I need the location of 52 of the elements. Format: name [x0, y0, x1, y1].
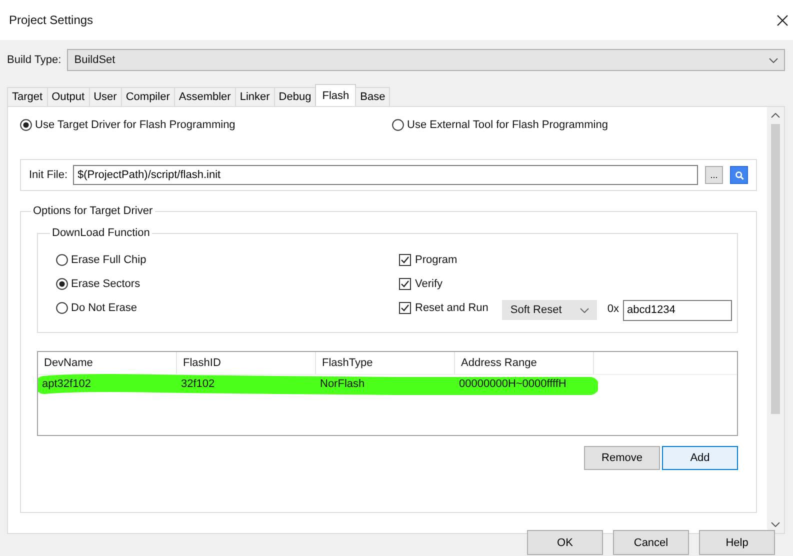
option-label[interactable]: Erase Sectors — [71, 278, 140, 290]
radio-button[interactable] — [56, 302, 68, 314]
checkbox[interactable] — [399, 302, 411, 314]
address-field[interactable]: abcd1234 — [623, 300, 732, 320]
search-button[interactable] — [730, 166, 748, 184]
column-header[interactable]: FlashID — [177, 352, 316, 374]
scrollbar[interactable] — [767, 107, 784, 533]
close-icon[interactable] — [777, 14, 788, 26]
option-label[interactable]: Erase Full Chip — [71, 254, 146, 266]
table-cell-text: NorFlash — [319, 378, 366, 390]
init-file-label: Init File: — [29, 169, 68, 181]
tab[interactable]: Base — [355, 87, 390, 106]
option-label[interactable]: Use Target Driver for Flash Programming — [35, 119, 236, 131]
chevron-icon — [580, 308, 590, 312]
init-file-field[interactable]: $(ProjectPath)/script/flash.init — [72, 165, 698, 185]
build-type-dropdown[interactable]: BuildSet — [67, 49, 785, 71]
hex-prefix: 0x — [607, 303, 620, 315]
table-button[interactable]: Remove — [584, 446, 660, 470]
checkbox[interactable] — [399, 254, 411, 266]
dialog-button[interactable]: Cancel — [613, 530, 689, 555]
window-title: Project Settings — [9, 13, 94, 27]
radio-button[interactable] — [392, 119, 404, 131]
group-title: Options for Target Driver — [32, 205, 154, 217]
radio-button[interactable] — [20, 119, 32, 131]
group-title: DownLoad Function — [51, 227, 151, 239]
chevron-icon — [769, 58, 778, 62]
dialog-button[interactable]: Help — [699, 530, 775, 555]
scrollbar-thumb[interactable] — [771, 124, 780, 414]
column-header[interactable]: Address Range — [455, 352, 594, 374]
scroll-down-icon[interactable] — [771, 522, 780, 527]
option-label[interactable]: Reset and Run — [415, 302, 488, 314]
table-cell-text: 00000000H~0000ffffH — [458, 378, 568, 390]
browse-button[interactable]: ... — [705, 166, 723, 184]
tab[interactable]: Flash — [315, 84, 356, 106]
reset-mode-dropdown[interactable]: Soft Reset — [502, 300, 598, 320]
option-label[interactable]: Program — [415, 254, 458, 266]
radio-button[interactable] — [56, 254, 68, 266]
table-cell-text: 32f102 — [180, 378, 216, 390]
tab[interactable]: Target — [7, 87, 48, 106]
checkbox[interactable] — [399, 278, 411, 290]
option-label[interactable]: Use External Tool for Flash Programming — [407, 119, 608, 131]
dialog-button[interactable]: OK — [527, 530, 603, 555]
scroll-up-icon[interactable] — [771, 113, 780, 118]
table-button[interactable]: Add — [662, 446, 738, 470]
build-type-label: Build Type: — [7, 54, 62, 66]
option-label[interactable]: Verify — [415, 278, 443, 290]
option-label[interactable]: Do Not Erase — [71, 302, 138, 314]
search-icon — [734, 170, 744, 180]
table-cell-text: apt32f102 — [41, 378, 92, 390]
column-header[interactable]: DevName — [38, 352, 177, 374]
column-header[interactable]: FlashType — [316, 352, 455, 374]
radio-button[interactable] — [56, 278, 68, 290]
